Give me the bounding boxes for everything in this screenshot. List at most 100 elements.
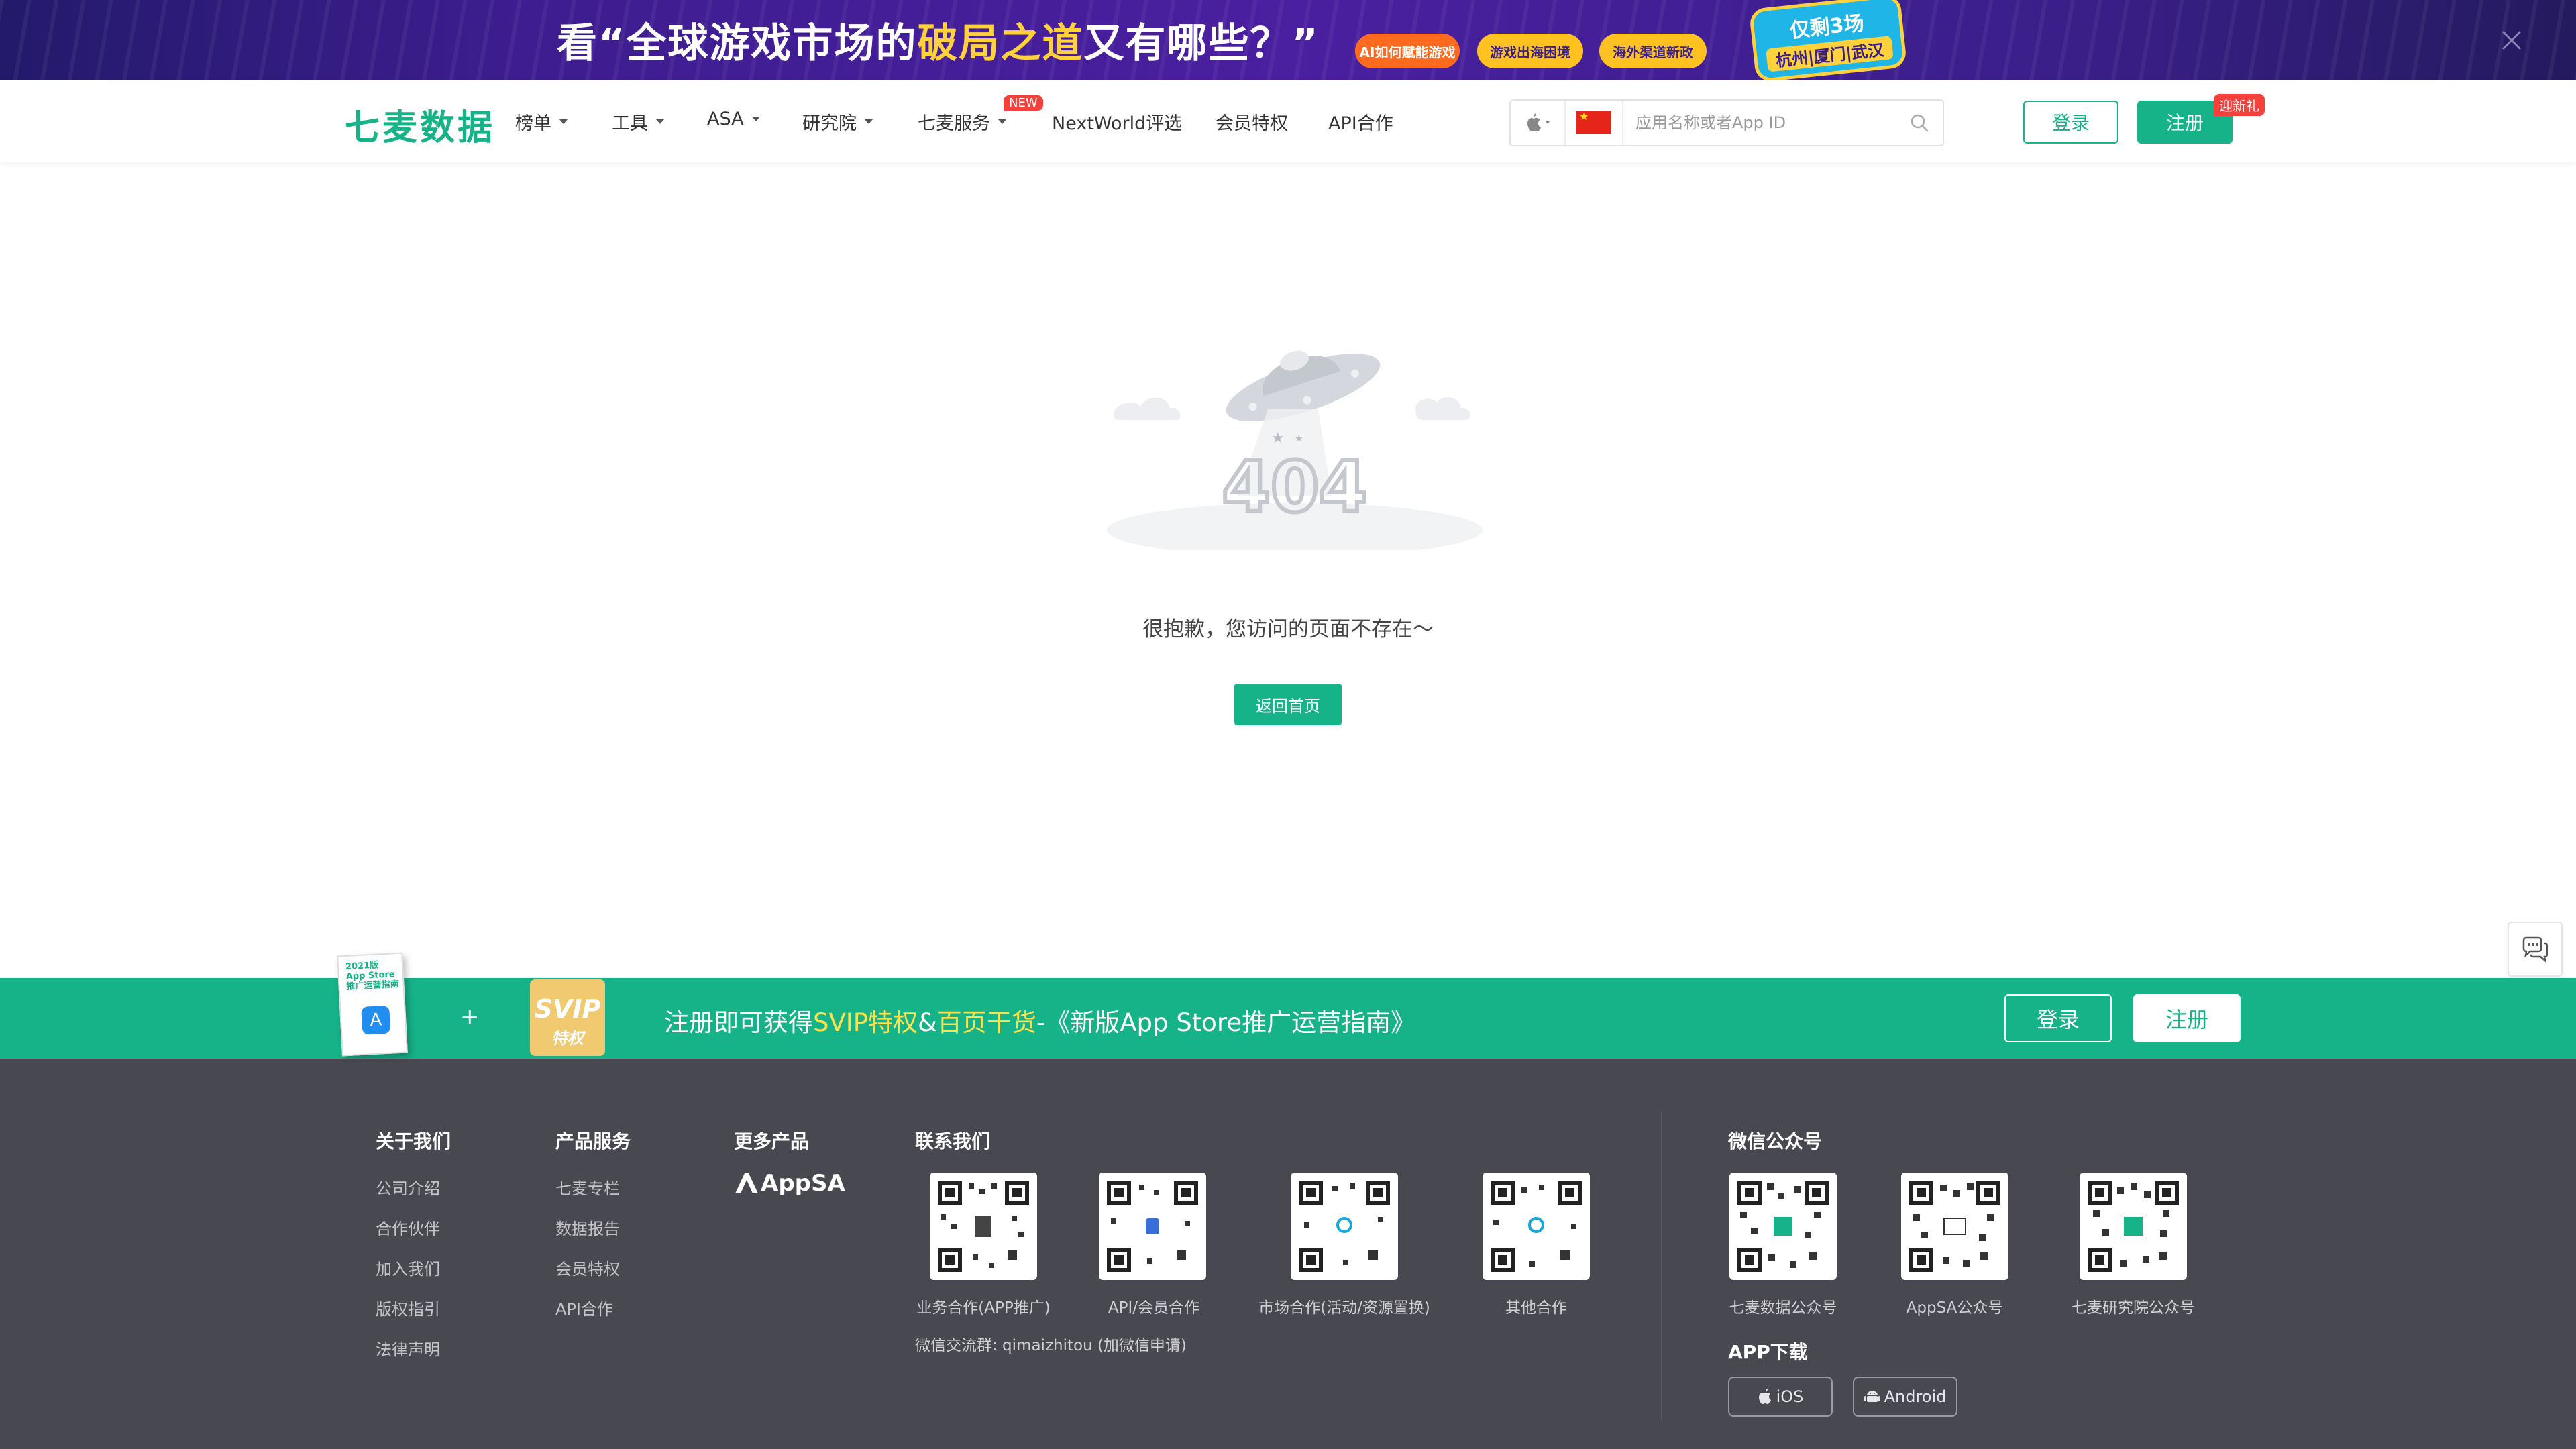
nav-item-label: API合作 <box>1328 113 1393 134</box>
nav-item-membership[interactable]: 会员特权 <box>1216 109 1288 135</box>
qr-caption-marketing: 市场合作(活动/资源置换) <box>1258 1299 1430 1317</box>
chat-icon <box>2522 936 2548 963</box>
footer-more-title: 更多产品 <box>734 1130 810 1152</box>
promo-login-button[interactable]: 登录 <box>2004 994 2112 1042</box>
banner-pill-channel: 海外渠道新政 <box>1599 34 1707 68</box>
footer-link-column[interactable]: 七麦专栏 <box>555 1175 620 1199</box>
promo-text: 注册即可获得SVIP特权&百页干货-《新版App Store推广运营指南》 <box>664 1002 1415 1038</box>
caret-down-icon <box>865 119 873 124</box>
android-download-label: Android <box>1884 1387 1947 1406</box>
app-store-icon: A <box>361 1005 391 1035</box>
back-home-button[interactable]: 返回首页 <box>1234 684 1342 725</box>
qr-caption-research-wechat: 七麦研究院公众号 <box>2072 1299 2195 1317</box>
qr-caption-appsa-wechat: AppSA公众号 <box>1906 1299 2004 1317</box>
banner-pill-ai: AI如何赋能游戏 <box>1355 34 1460 68</box>
svip-label: SVIP <box>534 994 601 1024</box>
guide-book-image: 2021版 App Store推广运营指南 A <box>337 952 408 1057</box>
appsa-logo-text: AppSA <box>761 1170 845 1197</box>
nav-item-rankings[interactable]: 榜单 <box>515 109 568 135</box>
caret-down-icon <box>751 117 760 121</box>
banner-headline-post: 又有哪些？” <box>1083 19 1320 67</box>
android-download-button[interactable]: Android <box>1853 1377 1957 1417</box>
footer-link-partners[interactable]: 合作伙伴 <box>376 1216 440 1239</box>
apple-icon <box>1527 113 1550 131</box>
banner-headline-pre: 看“全球游戏市场的 <box>557 19 918 67</box>
close-icon[interactable] <box>2496 24 2528 56</box>
nav-item-nextworld[interactable]: NextWorld评选 <box>1052 109 1182 135</box>
apple-icon <box>1758 1389 1771 1404</box>
not-found-message: 很抱歉，您访问的页面不存在～ <box>1142 617 1434 641</box>
qr-caption-qimai-wechat: 七麦数据公众号 <box>1729 1299 1837 1317</box>
nav-item-label: 七麦服务 <box>918 113 990 134</box>
caret-down-icon <box>998 119 1006 124</box>
qr-code-marketing <box>1291 1173 1398 1280</box>
footer-link-reports[interactable]: 数据报告 <box>555 1216 620 1239</box>
promo-text-gift: 百页干货 <box>936 1008 1036 1037</box>
promo-text-svip: SVIP特权 <box>813 1008 918 1037</box>
qr-caption-business: 业务合作(APP推广) <box>916 1299 1051 1317</box>
plus-sign: + <box>460 1004 480 1030</box>
login-button[interactable]: 登录 <box>2023 101 2118 144</box>
nav-item-research[interactable]: 研究院 <box>802 109 873 135</box>
footer-link-legal[interactable]: 法律声明 <box>376 1336 440 1360</box>
404-illustration: ★ ★ 404 <box>1100 329 1489 557</box>
android-icon <box>1864 1391 1880 1402</box>
guide-book-title: 2021版 App Store推广运营指南 <box>345 960 399 992</box>
search-box <box>1509 99 1944 146</box>
search-input[interactable] <box>1623 101 1896 145</box>
footer-link-careers[interactable]: 加入我们 <box>376 1256 440 1279</box>
nav-item-label: NextWorld评选 <box>1052 113 1183 134</box>
appsa-logo[interactable]: AppSA <box>734 1170 845 1197</box>
nav-item-api[interactable]: API合作 <box>1328 109 1393 135</box>
footer-about-title: 关于我们 <box>376 1130 451 1152</box>
promo-register-button[interactable]: 注册 <box>2133 994 2241 1042</box>
wechat-group-info: 微信交流群: qimaizhitou (加微信申请) <box>915 1337 1187 1354</box>
banner-headline-highlight: 破局之道 <box>917 19 1084 67</box>
footer-link-membership[interactable]: 会员特权 <box>555 1256 620 1279</box>
qr-code-business <box>930 1173 1037 1280</box>
nav-item-label: 研究院 <box>802 113 857 134</box>
nav-item-asa[interactable]: ASA <box>707 109 760 129</box>
search-icon[interactable] <box>1896 101 1943 145</box>
qr-code-appsa-wechat <box>1901 1173 2008 1280</box>
footer-link-company[interactable]: 公司介绍 <box>376 1175 440 1199</box>
country-select[interactable] <box>1566 101 1623 145</box>
footer-link-api[interactable]: API合作 <box>555 1296 613 1320</box>
banner-headline: 看“全球游戏市场的 破局之道 又有哪些？” <box>557 9 1320 70</box>
qr-code-other <box>1483 1173 1590 1280</box>
china-flag-icon <box>1576 110 1611 134</box>
caret-down-icon <box>559 119 568 124</box>
nav-item-services[interactable]: 七麦服务 <box>918 109 1006 135</box>
site-logo[interactable]: 七麦数据 <box>345 99 495 150</box>
top-ad-banner[interactable]: 看“全球游戏市场的 破局之道 又有哪些？” AI如何赋能游戏 游戏出海困境 海外渠道… <box>0 0 2576 80</box>
footer-app-download-title: APP下载 <box>1728 1341 1808 1363</box>
nav-item-tools[interactable]: 工具 <box>612 109 664 135</box>
new-badge: NEW <box>1004 95 1043 111</box>
svg-text:★: ★ <box>1271 430 1285 447</box>
footer-link-copyright[interactable]: 版权指引 <box>376 1296 440 1320</box>
svg-text:★: ★ <box>1295 433 1303 444</box>
qr-code-api <box>1099 1173 1206 1280</box>
ios-download-button[interactable]: iOS <box>1728 1377 1833 1417</box>
qr-code-research-wechat <box>2080 1173 2187 1280</box>
appsa-logo-icon <box>735 1173 758 1193</box>
caret-down-icon <box>656 119 664 124</box>
qr-caption-api: API/会员合作 <box>1108 1299 1200 1317</box>
footer-products-title: 产品服务 <box>555 1130 631 1152</box>
chat-support-button[interactable] <box>2508 922 2563 977</box>
nav-item-label: 榜单 <box>515 113 551 134</box>
promo-text-post: -《新版App Store推广运营指南》 <box>1036 1008 1416 1037</box>
main-navbar: 七麦数据 榜单 工具 ASA 研究院 七麦服务 NEW NextWorld评选 … <box>0 80 2576 162</box>
nav-item-label: ASA <box>707 109 744 129</box>
ios-download-label: iOS <box>1776 1387 1804 1406</box>
welcome-gift-badge: 迎新礼 <box>2214 94 2265 116</box>
svip-sub-label: 特权 <box>551 1029 584 1048</box>
platform-select[interactable] <box>1511 101 1566 145</box>
footer-wechat-title: 微信公众号 <box>1728 1130 1823 1152</box>
error-code: 404 <box>1222 446 1367 528</box>
footer-divider <box>1661 1111 1662 1419</box>
svip-badge: SVIP 特权 <box>530 979 605 1056</box>
promo-text-pre: 注册即可获得 <box>664 1008 813 1037</box>
nav-item-label: 工具 <box>612 113 648 134</box>
footer-contact-title: 联系我们 <box>915 1130 991 1152</box>
